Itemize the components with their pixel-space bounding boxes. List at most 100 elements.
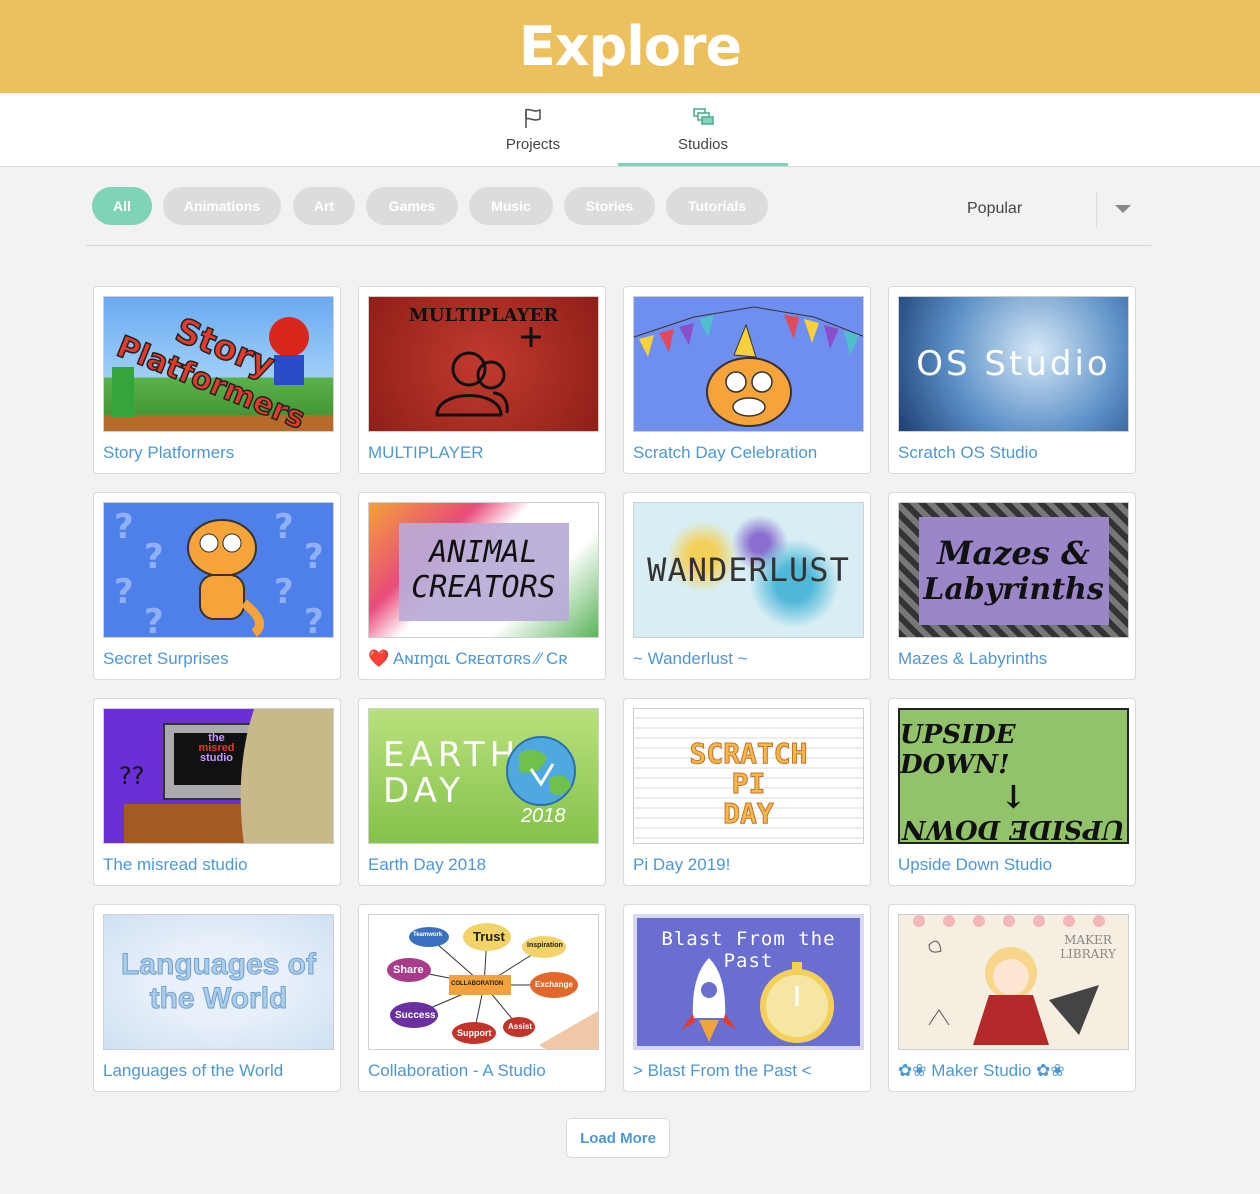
filter-stories[interactable]: Stories (564, 187, 655, 225)
rocket-clock-icon (681, 958, 834, 1043)
thumb-caption: SCRATCH (689, 737, 808, 770)
studio-card[interactable]: Trust Share COLLABORATION Exchange Succe… (358, 904, 606, 1092)
svg-text:?: ? (144, 602, 164, 638)
studio-card[interactable]: UPSIDE DOWN! ↓ UPSIDE DOWN Upside Down S… (888, 698, 1136, 886)
svg-text:?: ? (114, 507, 134, 547)
studio-thumbnail[interactable]: Trust Share COLLABORATION Exchange Succe… (368, 914, 599, 1050)
studio-thumbnail[interactable]: SCRATCH PI DAY (633, 708, 864, 844)
studio-thumbnail[interactable]: UPSIDE DOWN! ↓ UPSIDE DOWN (898, 708, 1129, 844)
explore-tabs: Projects Studios (0, 93, 1260, 167)
thumb-caption: WANDERLUST (647, 551, 850, 589)
studio-thumbnail[interactable]: ???? ???? (103, 502, 334, 638)
thumb-caption: ANIMAL (429, 535, 538, 570)
thumb-caption: Teamwork (413, 932, 443, 938)
studio-title[interactable]: Languages of the World (103, 1061, 335, 1081)
studio-title[interactable]: Upside Down Studio (898, 855, 1130, 875)
svg-text:?: ? (274, 507, 294, 547)
thumb-caption: Share (393, 964, 424, 976)
filter-music[interactable]: Music (469, 187, 553, 225)
studio-card[interactable]: WANDERLUST ~ Wanderlust ~ (623, 492, 871, 680)
filter-animations[interactable]: Animations (163, 187, 281, 225)
studio-title[interactable]: ✿❀ Maker Studio ✿❀ (898, 1061, 1130, 1081)
sort-selected-value: Popular (967, 200, 1023, 217)
studio-thumbnail[interactable]: MULTIPLAYER (368, 296, 599, 432)
tab-studios-label: Studios (677, 136, 729, 153)
studio-thumbnail[interactable]: Story Platformers (103, 296, 334, 432)
explore-banner: Explore (0, 0, 1260, 93)
studio-title[interactable]: Story Platformers (103, 443, 335, 463)
sort-select[interactable]: Popular (938, 191, 1138, 228)
studio-title[interactable]: Scratch Day Celebration (633, 443, 865, 463)
studio-title[interactable]: Secret Surprises (103, 649, 335, 669)
page-title: Explore (518, 15, 742, 78)
studio-card[interactable]: Mazes & Labyrinths Mazes & Labyrinths (888, 492, 1136, 680)
computer-user-icon: ?? (119, 709, 333, 843)
studio-card[interactable]: Blast From the Past > Blast From the Pas… (623, 904, 871, 1092)
chevron-down-icon[interactable] (1115, 205, 1131, 213)
thumb-caption: Support (457, 1028, 492, 1038)
thumb-caption: Assist (508, 1022, 533, 1031)
studio-title[interactable]: Earth Day 2018 (368, 855, 600, 875)
studio-card[interactable]: MAKER LIBRARY ✿❀ Maker Studio ✿❀ (888, 904, 1136, 1092)
thumb-caption: MAKER (1064, 933, 1112, 947)
down-arrow-icon: ↓ (1000, 778, 1027, 816)
thumb-caption: Exchange (535, 980, 573, 989)
studio-title[interactable]: The misread studio (103, 855, 335, 875)
studio-thumbnail[interactable]: EARTH DAY 2018 (368, 708, 599, 844)
tab-projects-label: Projects (505, 136, 561, 153)
studio-title[interactable]: ❤️ Aɴɪɱαʟ Cʀᴇαтσʀѕ ⁄⁄ Cʀ (368, 649, 600, 669)
svg-text:?: ? (304, 602, 324, 638)
studio-title[interactable]: Mazes & Labyrinths (898, 649, 1130, 669)
filter-art[interactable]: Art (293, 187, 355, 225)
tab-studios[interactable]: Studios (618, 93, 788, 166)
thumb-caption: the World (149, 982, 288, 1016)
svg-text:?: ? (114, 572, 134, 612)
add-user-icon (435, 327, 541, 417)
filter-all[interactable]: All (92, 187, 152, 225)
svg-text:??: ?? (119, 762, 144, 790)
studio-card[interactable]: ?? the misred studio The misread studio (93, 698, 341, 886)
studio-title[interactable]: Pi Day 2019! (633, 855, 865, 875)
thumb-caption: COLLABORATION (451, 981, 504, 987)
studio-title[interactable]: > Blast From the Past < (633, 1061, 865, 1081)
studio-title[interactable]: Collaboration - A Studio (368, 1061, 600, 1081)
studio-thumbnail[interactable]: MAKER LIBRARY (898, 914, 1129, 1050)
studio-card[interactable]: ANIMAL CREATORS ❤️ Aɴɪɱαʟ Cʀᴇαтσʀѕ ⁄⁄ Cʀ (358, 492, 606, 680)
tab-projects[interactable]: Projects (448, 93, 618, 166)
studio-card[interactable]: OS Studio Scratch OS Studio (888, 286, 1136, 474)
thumb-caption: studio (200, 752, 233, 764)
studio-title[interactable]: ~ Wanderlust ~ (633, 649, 865, 669)
studio-card[interactable]: ???? ???? Secret Surprises (93, 492, 341, 680)
thumb-caption: OS Studio (916, 344, 1111, 384)
studio-thumbnail[interactable]: Mazes & Labyrinths (898, 502, 1129, 638)
thumb-caption: UPSIDE DOWN! (900, 720, 1016, 780)
svg-text:?: ? (144, 537, 164, 577)
thumb-caption: 2018 (521, 805, 566, 827)
svg-text:?: ? (274, 572, 294, 612)
studio-thumbnail[interactable]: OS Studio (898, 296, 1129, 432)
studio-thumbnail[interactable] (633, 296, 864, 432)
studio-thumbnail[interactable]: WANDERLUST (633, 502, 864, 638)
thumb-caption: Trust (473, 929, 505, 944)
flag-icon (525, 108, 541, 128)
studio-card[interactable]: MULTIPLAYER MULTIPLAYER (358, 286, 606, 474)
scratch-cat-icon: ???? ???? (114, 507, 324, 638)
filter-tutorials[interactable]: Tutorials (666, 187, 768, 225)
thumb-caption: LIBRARY (1060, 947, 1116, 961)
load-more-button[interactable]: Load More (566, 1118, 670, 1158)
studio-thumbnail[interactable]: Blast From the Past (633, 914, 864, 1050)
studio-card[interactable]: EARTH DAY 2018 Earth Day 2018 (358, 698, 606, 886)
filter-games[interactable]: Games (366, 187, 458, 225)
studio-card[interactable]: Languages of the World Languages of the … (93, 904, 341, 1092)
studio-thumbnail[interactable]: ANIMAL CREATORS (368, 502, 599, 638)
thumb-caption: Labyrinths (923, 571, 1104, 607)
studio-card[interactable]: Story Platformers Story Platformers (93, 286, 341, 474)
studio-card[interactable]: SCRATCH PI DAY Pi Day 2019! (623, 698, 871, 886)
studio-title[interactable]: Scratch OS Studio (898, 443, 1130, 463)
studio-card[interactable]: Scratch Day Celebration (623, 286, 871, 474)
scratch-cat-party-icon (634, 306, 863, 427)
studio-thumbnail[interactable]: ?? the misred studio (103, 708, 334, 844)
studio-thumbnail[interactable]: Languages of the World (103, 914, 334, 1050)
thumb-caption: Success (395, 1010, 436, 1021)
studio-title[interactable]: MULTIPLAYER (368, 443, 600, 463)
